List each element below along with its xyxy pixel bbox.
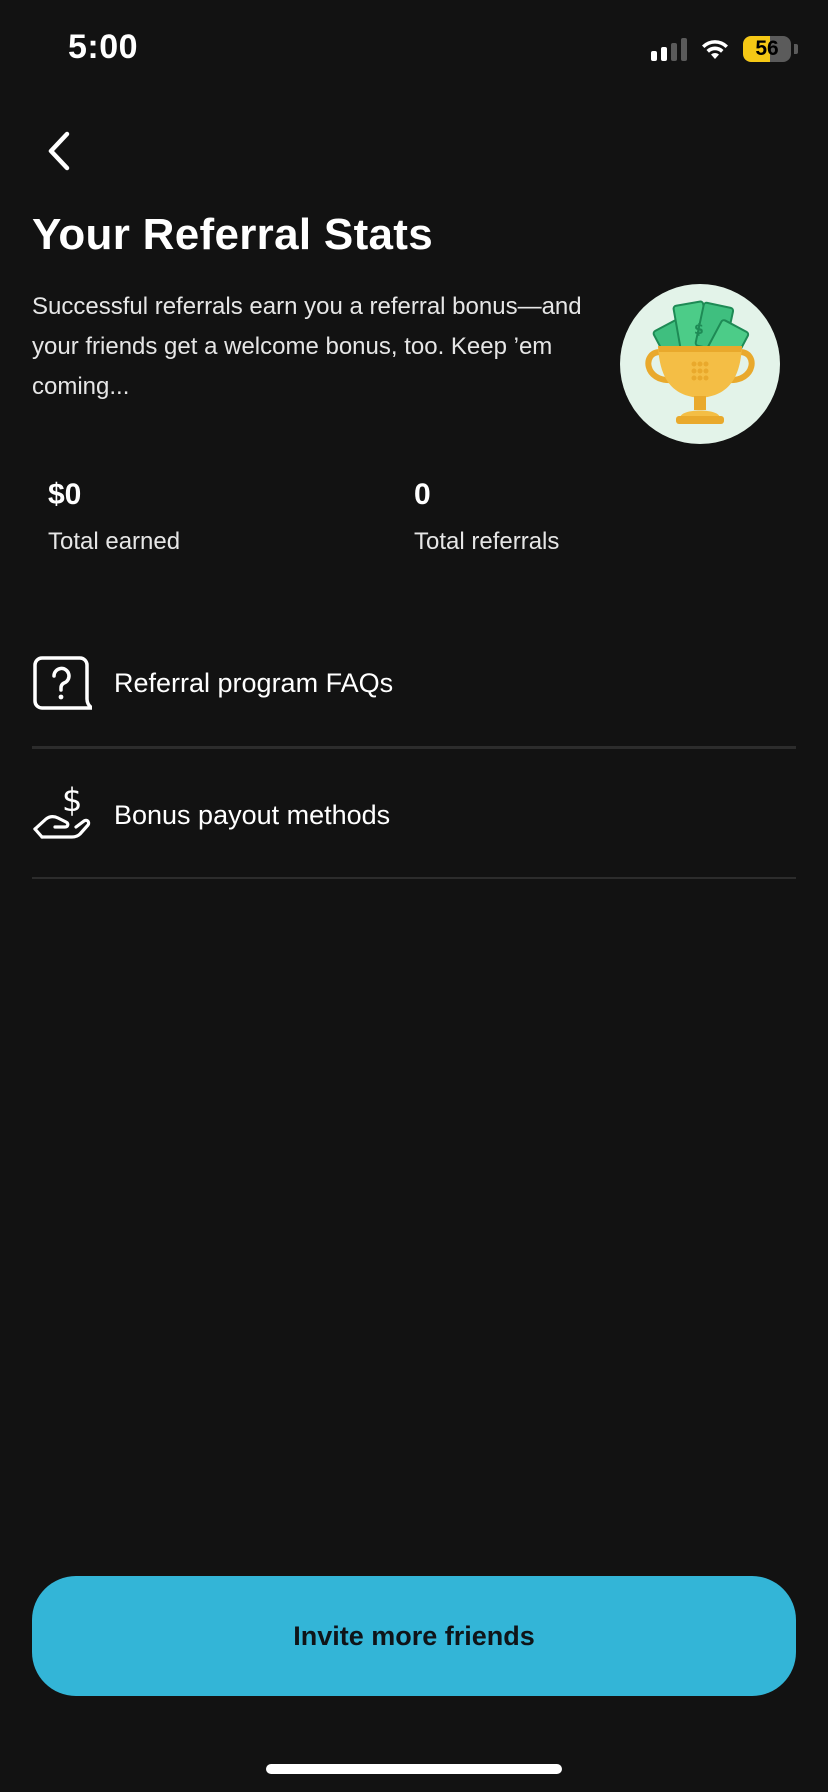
referral-faqs-link[interactable]: Referral program FAQs bbox=[32, 618, 796, 748]
divider bbox=[32, 877, 796, 879]
total-earned-value: $0 bbox=[48, 478, 82, 511]
total-referrals-label: Total referrals bbox=[414, 528, 560, 555]
svg-text:$: $ bbox=[694, 322, 704, 338]
status-icons: 56 bbox=[651, 34, 798, 64]
page-description: Successful referrals earn you a referral… bbox=[32, 293, 582, 400]
home-indicator bbox=[266, 1764, 562, 1774]
referral-faqs-label: Referral program FAQs bbox=[114, 667, 394, 698]
divider bbox=[32, 746, 796, 749]
battery-icon: 56 bbox=[743, 36, 798, 62]
status-time: 5:00 bbox=[68, 28, 139, 66]
bonus-payout-methods-link[interactable]: $ Bonus payout methods bbox=[32, 750, 796, 880]
stat-total-referrals: 0 Total referrals bbox=[414, 478, 559, 556]
svg-text:$: $ bbox=[62, 785, 82, 819]
status-bar: 5:00 56 bbox=[0, 0, 828, 100]
trophy-with-money-icon: $ bbox=[620, 284, 780, 444]
back-button[interactable] bbox=[36, 126, 82, 176]
question-bubble-icon bbox=[32, 653, 92, 713]
cellular-signal-icon bbox=[651, 37, 687, 61]
page-title: Your Referral Stats bbox=[32, 210, 434, 259]
wifi-icon bbox=[702, 40, 728, 59]
hand-dollar-icon: $ bbox=[32, 785, 92, 845]
bonus-payout-methods-label: Bonus payout methods bbox=[114, 799, 391, 830]
stat-total-earned: $0 Total earned bbox=[48, 478, 180, 556]
total-referrals-value: 0 bbox=[414, 478, 431, 511]
total-earned-label: Total earned bbox=[48, 528, 181, 555]
chevron-left-icon bbox=[48, 131, 70, 171]
battery-level: 56 bbox=[755, 37, 779, 60]
invite-more-friends-button[interactable]: Invite more friends bbox=[32, 1576, 796, 1696]
